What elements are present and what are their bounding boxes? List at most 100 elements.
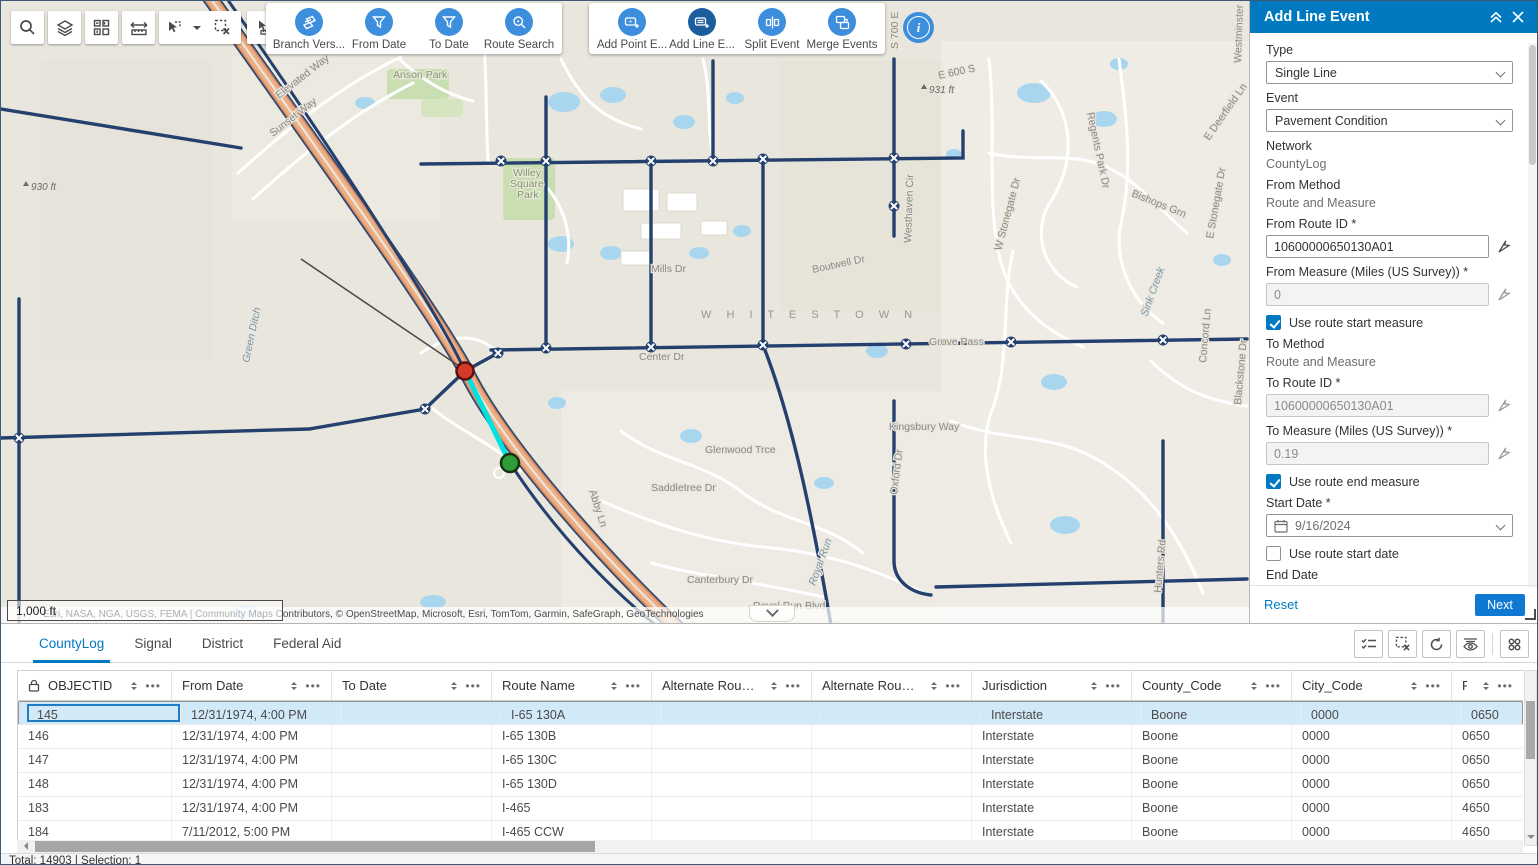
- column-menu-icon[interactable]: •••: [1105, 679, 1121, 693]
- pick-from-measure-button[interactable]: [1495, 286, 1513, 304]
- start-date-picker[interactable]: 9/16/2024: [1266, 514, 1513, 537]
- column-menu-icon[interactable]: •••: [625, 679, 641, 693]
- table-cell[interactable]: 0650: [1452, 773, 1523, 796]
- table-row[interactable]: 14612/31/1974, 4:00 PMI-65 130BInterstat…: [18, 725, 1523, 749]
- panel-resize-handle[interactable]: [1525, 609, 1536, 620]
- table-cell[interactable]: 12/31/1974, 4:00 PM: [172, 797, 332, 820]
- show-selection-button[interactable]: [1354, 630, 1383, 658]
- grid-options-button[interactable]: [1500, 630, 1529, 658]
- pick-from-route-button[interactable]: [1495, 238, 1513, 256]
- table-cell[interactable]: [652, 749, 812, 772]
- tab-countylog[interactable]: CountyLog: [39, 624, 104, 663]
- table-cell[interactable]: [332, 725, 492, 748]
- toolbar-route-search[interactable]: Route Search: [484, 8, 554, 51]
- table-cell[interactable]: 148: [18, 773, 172, 796]
- table-cell[interactable]: 12/31/1974, 4:00 PM: [172, 773, 332, 796]
- table-cell[interactable]: I-65 130D: [492, 773, 652, 796]
- clear-selection-button[interactable]: [205, 11, 239, 44]
- column-menu-icon[interactable]: •••: [465, 679, 481, 693]
- pick-to-route-button[interactable]: [1495, 397, 1513, 415]
- sort-icon[interactable]: [291, 682, 297, 690]
- table-cell[interactable]: [652, 797, 812, 820]
- toolbar-add-point-event[interactable]: Add Point E...: [597, 8, 667, 51]
- table-cell[interactable]: Interstate: [972, 725, 1132, 748]
- table-cell[interactable]: 0000: [1292, 749, 1452, 772]
- table-cell[interactable]: [652, 725, 812, 748]
- map-canvas[interactable]: Elevated Way Sunset Way Anson Park Wille…: [1, 1, 1249, 623]
- column-menu-icon[interactable]: •••: [1425, 679, 1441, 693]
- use-route-end-measure-checkbox[interactable]: [1266, 474, 1281, 489]
- column-menu-icon[interactable]: •••: [1265, 679, 1281, 693]
- column-header-jurisdiction[interactable]: Jurisdiction•••: [972, 671, 1132, 700]
- table-cell[interactable]: 0000: [1292, 797, 1452, 820]
- sort-icon[interactable]: [611, 682, 617, 690]
- table-cell[interactable]: [661, 711, 821, 715]
- sort-icon[interactable]: [131, 682, 137, 690]
- table-row[interactable]: 14812/31/1974, 4:00 PMI-65 130DInterstat…: [18, 773, 1523, 797]
- table-cell[interactable]: Boone: [1141, 704, 1301, 722]
- table-cell[interactable]: [332, 797, 492, 820]
- table-horizontal-scrollbar[interactable]: [17, 840, 1523, 853]
- sort-icon[interactable]: [1251, 682, 1257, 690]
- table-cell[interactable]: [812, 725, 972, 748]
- sort-icon[interactable]: [1091, 682, 1097, 690]
- table-cell[interactable]: 0650: [1452, 725, 1523, 748]
- table-cell[interactable]: [332, 773, 492, 796]
- column-header-city_code[interactable]: City_Code•••: [1292, 671, 1452, 700]
- sort-icon[interactable]: [931, 682, 937, 690]
- select-tool-button[interactable]: [159, 11, 189, 44]
- collapse-panel-button[interactable]: [1485, 6, 1507, 28]
- table-cell[interactable]: Boone: [1132, 773, 1292, 796]
- table-cell[interactable]: Boone: [1132, 749, 1292, 772]
- table-row[interactable]: 14512/31/1974, 4:00 PMI-65 130AInterstat…: [18, 701, 1523, 725]
- toolbar-add-line-event[interactable]: Add Line E...: [667, 8, 737, 51]
- table-vertical-scrollbar[interactable]: [1524, 670, 1537, 846]
- table-cell[interactable]: [812, 749, 972, 772]
- column-menu-icon[interactable]: •••: [145, 679, 161, 693]
- from-measure-input[interactable]: [1266, 283, 1489, 306]
- table-cell[interactable]: I-65 130A: [501, 704, 661, 722]
- layers-button[interactable]: [48, 11, 81, 44]
- select-tool-dropdown[interactable]: [189, 11, 205, 44]
- toolbar-merge-events[interactable]: Merge Events: [807, 8, 877, 51]
- table-cell[interactable]: I-65 130C: [492, 749, 652, 772]
- toolbar-to-date[interactable]: To Date: [414, 8, 484, 51]
- table-cell[interactable]: Interstate: [981, 704, 1141, 722]
- reset-button[interactable]: Reset: [1264, 597, 1475, 612]
- table-cell[interactable]: I-465: [492, 797, 652, 820]
- table-cell[interactable]: Interstate: [972, 797, 1132, 820]
- table-cell[interactable]: 146: [18, 725, 172, 748]
- use-route-start-measure-checkbox[interactable]: [1266, 315, 1281, 330]
- tab-district[interactable]: District: [202, 624, 243, 663]
- map-collapse-tab[interactable]: [749, 605, 795, 622]
- table-cell[interactable]: 0000: [1301, 704, 1461, 722]
- table-cell[interactable]: [332, 749, 492, 772]
- column-menu-icon[interactable]: •••: [1497, 679, 1513, 693]
- table-cell[interactable]: [821, 711, 981, 715]
- panel-scrollbar[interactable]: [1528, 43, 1537, 588]
- clear-table-selection-button[interactable]: [1388, 630, 1417, 658]
- type-select[interactable]: Single Line: [1266, 61, 1513, 84]
- column-header-alt_route_2[interactable]: Alternate Route ...•••: [812, 671, 972, 700]
- table-cell[interactable]: I-65 130B: [492, 725, 652, 748]
- table-cell[interactable]: 4650: [1452, 797, 1523, 820]
- to-route-id-input[interactable]: [1266, 394, 1489, 417]
- column-menu-icon[interactable]: •••: [945, 679, 961, 693]
- table-cell[interactable]: Boone: [1132, 725, 1292, 748]
- column-header-from_date[interactable]: From Date•••: [172, 671, 332, 700]
- sort-icon[interactable]: [771, 682, 777, 690]
- tab-signal[interactable]: Signal: [134, 624, 172, 663]
- table-cell[interactable]: 147: [18, 749, 172, 772]
- table-cell[interactable]: [341, 711, 501, 715]
- info-button[interactable]: i: [903, 12, 934, 43]
- sort-icon[interactable]: [1483, 682, 1489, 690]
- event-select[interactable]: Pavement Condition: [1266, 109, 1513, 132]
- basemap-gallery-button[interactable]: [85, 11, 118, 44]
- column-header-alt_route_1[interactable]: Alternate Route ...•••: [652, 671, 812, 700]
- column-header-county_code[interactable]: County_Code•••: [1132, 671, 1292, 700]
- toolbar-from-date[interactable]: From Date: [344, 8, 414, 51]
- from-route-id-input[interactable]: [1266, 235, 1489, 258]
- column-header-route_name[interactable]: Route Name•••: [492, 671, 652, 700]
- table-cell[interactable]: 0000: [1292, 773, 1452, 796]
- column-menu-icon[interactable]: •••: [785, 679, 801, 693]
